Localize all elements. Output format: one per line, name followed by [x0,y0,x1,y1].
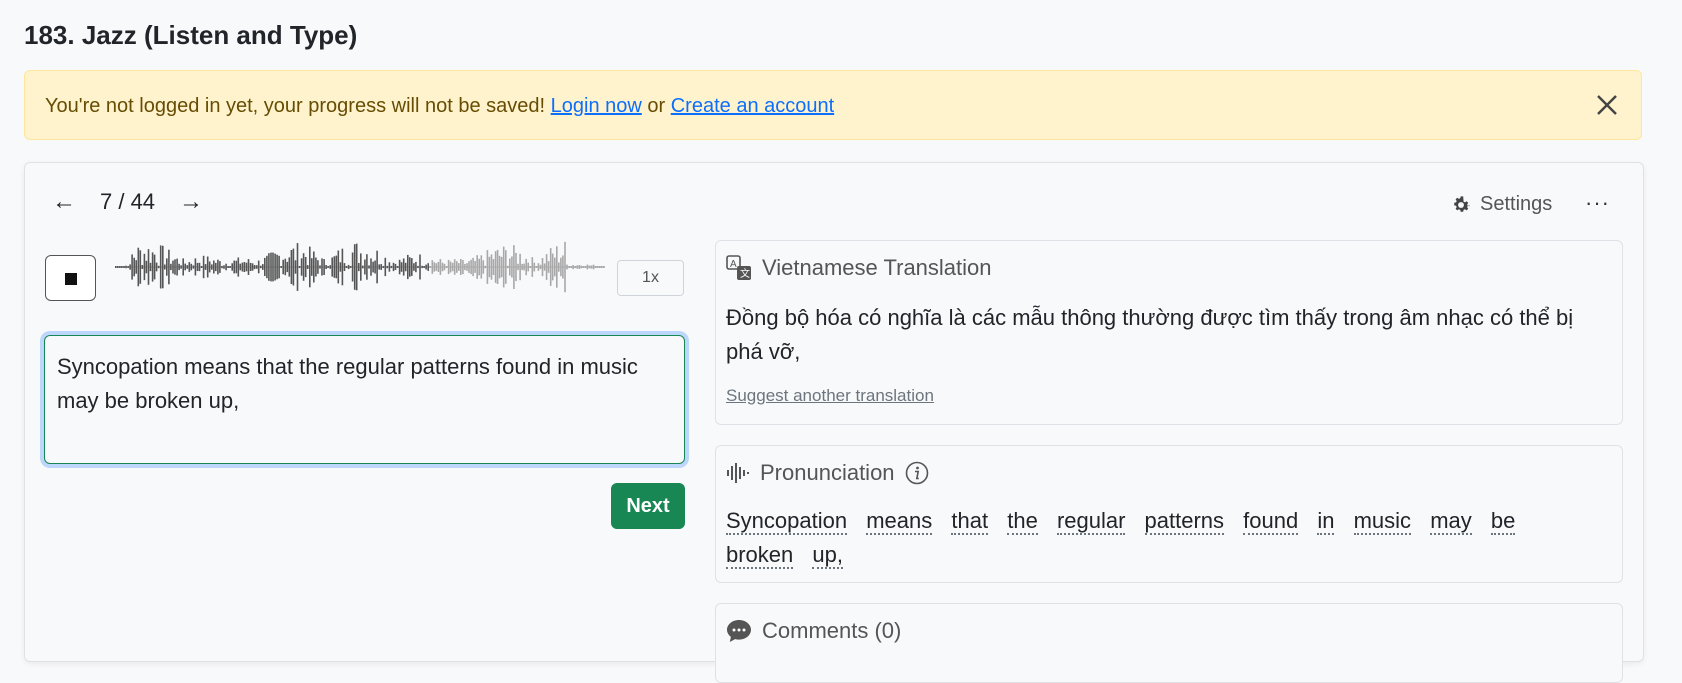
next-button[interactable]: Next [611,483,685,529]
translate-icon: A 文 [726,255,751,280]
soundwave-icon [727,463,749,483]
sentence-counter: 7 / 44 [100,189,156,214]
create-account-link[interactable]: Create an account [671,95,834,117]
pronunciation-word[interactable]: the [1007,508,1038,535]
translation-text: Đồng bộ hóa có nghĩa là các mẫu thông th… [726,305,1574,364]
stop-icon [65,273,77,285]
svg-text:A: A [730,259,737,270]
gear-icon [1454,195,1470,212]
login-link[interactable]: Login now [551,95,642,117]
pronunciation-word[interactable]: patterns [1144,508,1225,535]
comments-heading: Comments (0) [762,618,902,643]
alert-text: You're not logged in yet, your progress … [45,95,546,117]
pronunciation-panel: Pronunciation Syncopation means that the… [715,445,1623,583]
comments-header: Comments (0) [726,618,901,644]
pronunciation-word[interactable]: Syncopation [726,508,848,535]
close-icon[interactable] [1591,89,1623,121]
settings-label: Settings [1480,193,1553,215]
more-options-icon[interactable]: ··· [1585,190,1610,216]
alert-message: You're not logged in yet, your progress … [45,95,834,118]
sentence-navigation: ← 7 / 44 → [52,188,203,216]
settings-button[interactable]: Settings [1450,193,1552,216]
translation-heading: Vietnamese Translation [762,255,992,280]
info-icon[interactable] [905,461,929,485]
playback-speed-button[interactable]: 1x [617,260,684,296]
next-arrow-icon[interactable]: → [179,188,203,216]
audio-waveform[interactable] [115,236,605,298]
pronunciation-heading: Pronunciation [760,460,895,485]
answer-input[interactable]: Syncopation means that the regular patte… [44,335,685,464]
pronunciation-word[interactable]: means [866,508,933,535]
suggest-translation-link[interactable]: Suggest another translation [726,386,934,406]
pronunciation-word[interactable]: in [1317,508,1335,535]
pronunciation-word[interactable]: that [951,508,989,535]
alert-or-text: or [647,95,666,117]
translation-panel: A 文 Vietnamese Translation Đồng bộ hóa c… [715,240,1623,425]
pronunciation-word[interactable]: broken [726,542,794,569]
pronunciation-word[interactable]: up, [812,542,843,569]
svg-text:文: 文 [740,267,750,280]
comment-icon [727,620,751,642]
pronunciation-word[interactable]: be [1490,508,1516,535]
pronunciation-word[interactable]: found [1243,508,1299,535]
pronunciation-word[interactable]: regular [1056,508,1126,535]
stop-button[interactable] [45,255,96,301]
page-title: 183. Jazz (Listen and Type) [24,20,358,50]
comments-panel: Comments (0) [715,603,1623,683]
pronunciation-header: Pronunciation [726,460,929,486]
translation-header: A 文 Vietnamese Translation [726,255,992,281]
pronunciation-word[interactable]: music [1353,508,1412,535]
pronunciation-word[interactable]: may [1430,508,1472,535]
previous-arrow-icon[interactable]: ← [52,188,76,216]
login-alert: You're not logged in yet, your progress … [24,70,1642,140]
pronunciation-words: Syncopation means that the regular patte… [726,504,1606,572]
